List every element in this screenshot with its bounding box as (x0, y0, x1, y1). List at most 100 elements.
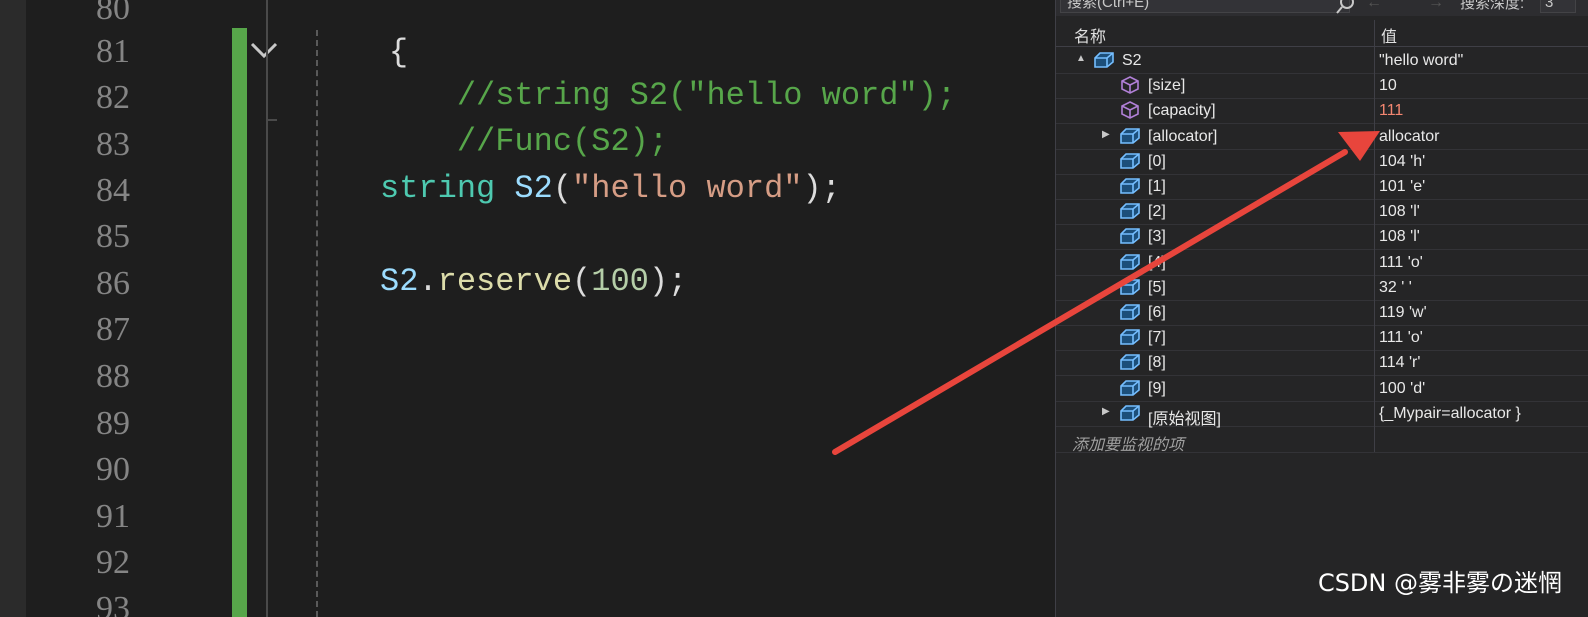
watch-row-value[interactable]: 111 'o' (1379, 254, 1423, 272)
line-number: 84 (96, 172, 130, 209)
watch-row-value[interactable]: 108 'l' (1379, 228, 1420, 246)
line-number: 90 (96, 451, 130, 488)
watch-row[interactable]: [5] 32 ' ' (1056, 275, 1588, 301)
type-keyword: string (380, 170, 496, 207)
property-icon (1121, 76, 1139, 95)
watch-row-name: [0] (1148, 152, 1166, 170)
line-number: 82 (96, 79, 130, 116)
line-number: 92 (96, 544, 130, 581)
add-watch-row[interactable]: 添加要监视的项 (1056, 427, 1588, 454)
watch-row-name: S2 (1122, 52, 1142, 69)
watch-row-name: [原始视图] (1148, 410, 1221, 428)
column-separator[interactable] (1374, 20, 1375, 452)
watch-row[interactable]: [6] 119 'w' (1056, 300, 1588, 326)
search-depth-label: 搜索深度: (1460, 0, 1525, 12)
watch-row[interactable]: [capacity] 111 (1056, 98, 1588, 125)
object-icon (1094, 52, 1114, 68)
watch-row-value[interactable]: 108 'l' (1379, 203, 1420, 221)
watch-row[interactable]: ▲ S2 "hello word" (1056, 48, 1588, 74)
line-number: 83 (96, 126, 130, 163)
watch-row-value[interactable]: allocator (1379, 128, 1439, 146)
watch-row-value[interactable]: 32 ' ' (1379, 279, 1412, 297)
watch-row-name: [allocator] (1148, 127, 1218, 145)
object-icon (1120, 278, 1140, 295)
object-icon (1120, 178, 1140, 194)
variable-name: S2 (380, 263, 419, 300)
watch-row[interactable]: [3] 108 'l' (1056, 224, 1588, 251)
watch-row-name: [7] (1148, 329, 1166, 347)
code-editor[interactable]: 80 81 82 83 84 85 86 87 88 89 90 91 92 9… (0, 0, 1068, 617)
watch-row-name: [3] (1148, 228, 1166, 246)
search-input[interactable]: 搜索(Ctrl+E) (1060, 0, 1350, 13)
outline-line (266, 0, 268, 617)
object-icon (1120, 404, 1140, 421)
line-number: 81 (96, 33, 130, 70)
expand-triangle-icon[interactable]: ▶ (1102, 129, 1110, 140)
watch-row-value[interactable]: 100 'd' (1379, 380, 1425, 398)
expand-triangle-icon[interactable]: ▶ (1102, 406, 1110, 417)
code-line-86[interactable]: S2.reserve(100); (312, 259, 687, 305)
line-number: 91 (96, 498, 130, 535)
watch-toolbar: 搜索(Ctrl+E) ← → 搜索深度: 3 (1056, 0, 1588, 16)
line-number: 89 (96, 405, 130, 442)
punctuation: ); (802, 170, 841, 207)
line-number: 86 (96, 265, 130, 302)
collapse-chevron-icon[interactable] (249, 38, 279, 64)
watch-row[interactable]: ▶ [allocator] allocator (1056, 124, 1588, 150)
add-watch-placeholder: 添加要监视的项 (1072, 437, 1185, 454)
object-icon (1120, 354, 1140, 371)
watch-row[interactable]: ▶ [原始视图] {_Mypair=allocator } (1056, 401, 1588, 428)
outline-end-tick (266, 119, 277, 121)
object-icon (1120, 379, 1140, 396)
code-line-84[interactable]: string S2("hello word"); (312, 166, 841, 212)
watch-row-name: [size] (1148, 77, 1186, 95)
watch-row[interactable]: [7] 111 'o' (1056, 325, 1588, 352)
variable-name: S2 (514, 170, 553, 207)
watch-row-value[interactable]: {_Mypair=allocator } (1379, 405, 1521, 423)
watch-row-value[interactable]: 111 (1379, 102, 1403, 120)
watch-row[interactable]: [9] 100 'd' (1056, 376, 1588, 402)
punctuation: . (418, 263, 438, 300)
watch-row-name: [2] (1148, 203, 1166, 221)
watch-row-value[interactable]: "hello word" (1379, 52, 1463, 70)
search-forward-icon[interactable]: → (1428, 0, 1444, 12)
watch-row[interactable]: [1] 101 'e' (1056, 174, 1588, 200)
watch-row-name: [5] (1148, 278, 1166, 296)
watch-row[interactable]: [size] 10 (1056, 73, 1588, 100)
watch-row[interactable]: [8] 114 'r' (1056, 350, 1588, 377)
watch-row-name: [4] (1148, 253, 1166, 271)
object-icon (1120, 304, 1140, 320)
search-depth-input[interactable]: 3 (1540, 0, 1576, 13)
line-number: 93 (96, 590, 130, 617)
search-back-icon[interactable]: ← (1366, 0, 1382, 12)
watch-row-value[interactable]: 119 'w' (1379, 304, 1427, 322)
watch-row[interactable]: [4] 111 'o' (1056, 250, 1588, 276)
watch-column-header: 名称 值 (1056, 20, 1588, 47)
number-literal: 100 (591, 263, 649, 300)
search-icon[interactable] (1336, 0, 1356, 14)
object-icon (1120, 127, 1140, 144)
watch-row[interactable]: [0] 104 'h' (1056, 149, 1588, 175)
line-number: 85 (96, 218, 130, 255)
editor-left-margin (0, 0, 26, 617)
watch-row-value[interactable]: 114 'r' (1379, 354, 1420, 372)
name-column-header[interactable]: 名称 (1074, 23, 1106, 47)
watch-row-value[interactable]: 111 'o' (1379, 329, 1423, 347)
collapse-triangle-icon[interactable]: ▲ (1076, 53, 1086, 64)
function-name: reserve (437, 263, 573, 300)
watch-row-name: [1] (1148, 178, 1166, 195)
object-icon (1120, 329, 1140, 345)
punctuation: ); (648, 263, 688, 300)
watch-row[interactable]: [2] 108 'l' (1056, 199, 1588, 226)
punctuation: ( (552, 170, 573, 207)
change-tracking-bar (232, 28, 247, 617)
watch-row-value[interactable]: 10 (1379, 77, 1397, 95)
watch-row-name: [capacity] (1148, 102, 1216, 120)
object-icon (1120, 152, 1140, 169)
watch-row-name: [8] (1148, 354, 1166, 372)
watch-row-value[interactable]: 104 'h' (1379, 153, 1425, 171)
object-icon (1120, 228, 1140, 245)
punctuation: ( (572, 263, 592, 300)
value-column-header[interactable]: 值 (1381, 23, 1397, 47)
watch-row-value[interactable]: 101 'e' (1379, 178, 1425, 196)
